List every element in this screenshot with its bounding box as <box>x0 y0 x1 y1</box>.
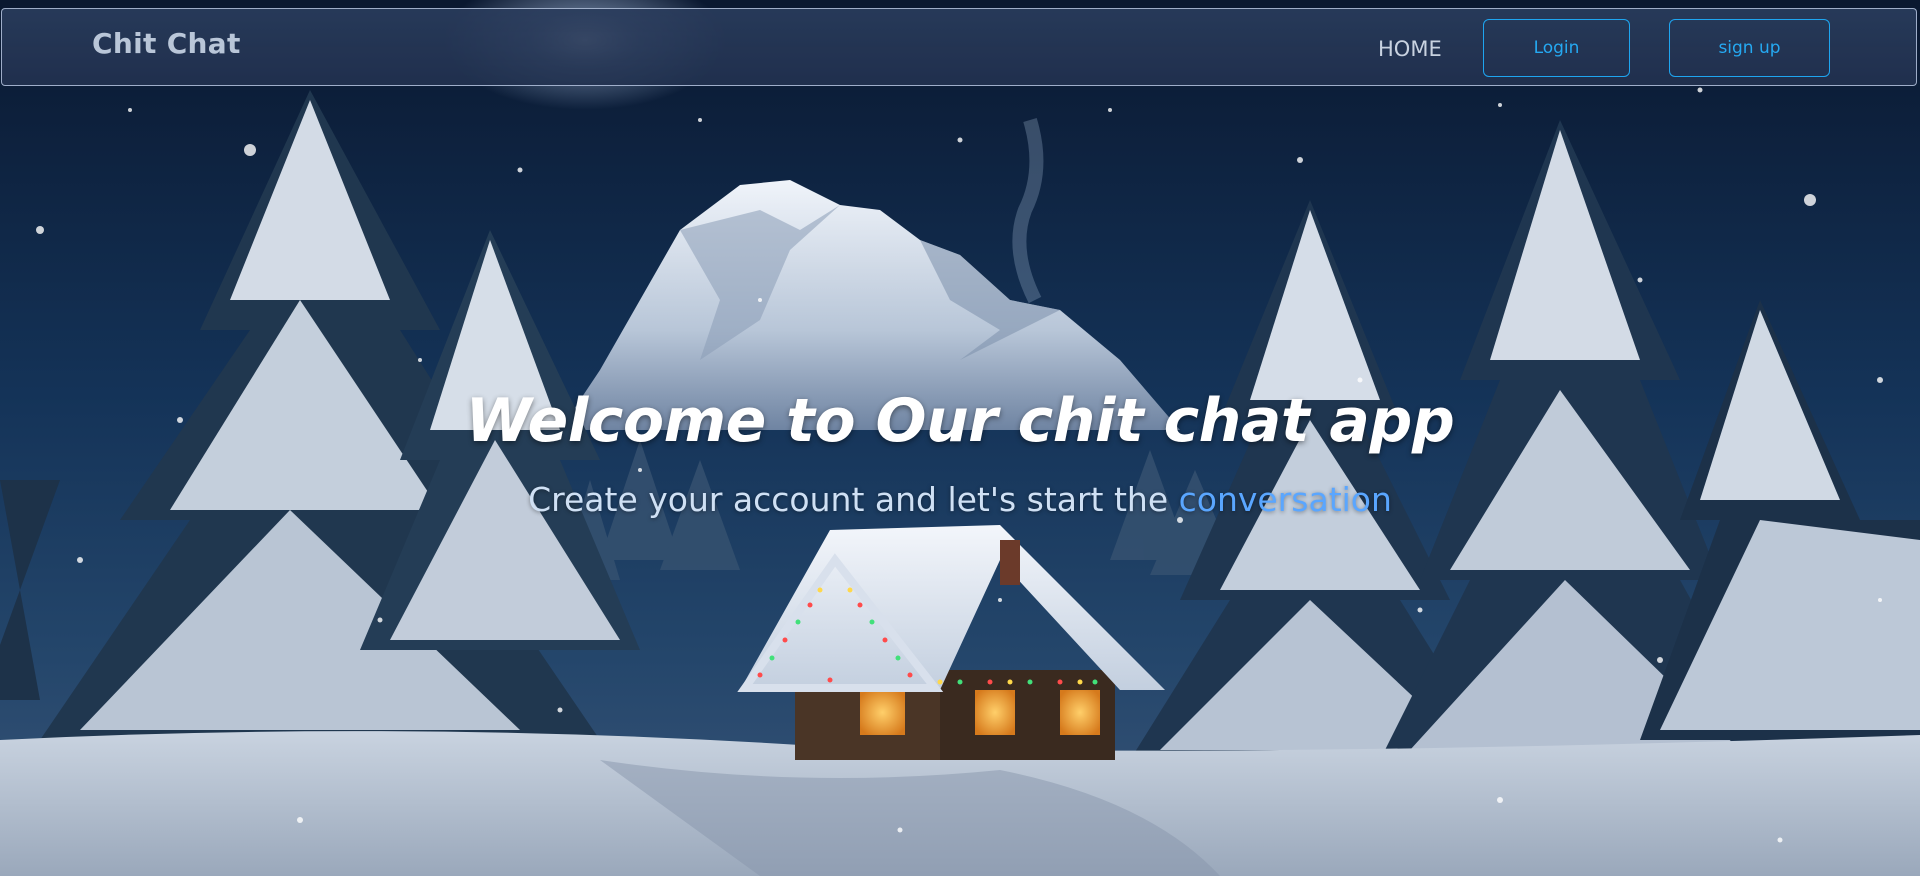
nav-home-link[interactable]: HOME <box>1378 37 1442 61</box>
brand-logo[interactable]: Chit Chat <box>92 27 241 60</box>
hero-subline: Create your account and let's start the … <box>0 480 1920 519</box>
signup-button[interactable]: sign up <box>1669 19 1830 77</box>
hero-headline: Welcome to Our chit chat app <box>465 386 1455 456</box>
login-button[interactable]: Login <box>1483 19 1630 77</box>
hero-subline-text: Create your account and let's start the <box>528 480 1179 519</box>
hero-subline-accent: conversation <box>1178 480 1392 519</box>
navbar: Chit Chat HOME Login sign up <box>1 8 1917 86</box>
